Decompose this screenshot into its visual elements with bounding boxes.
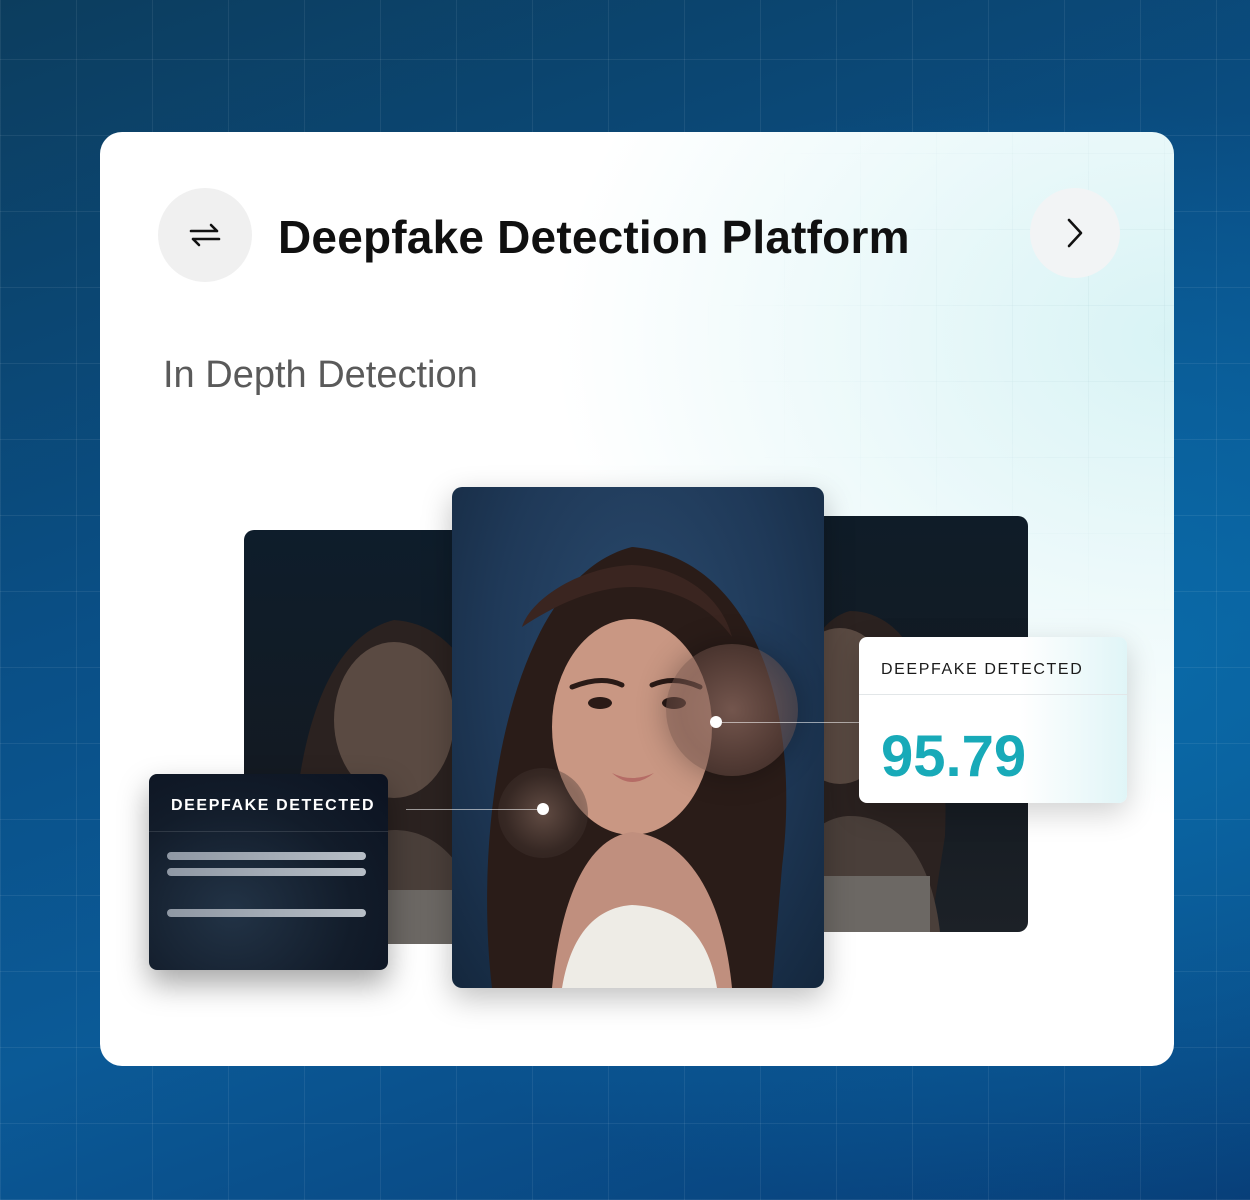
details-card-label: DEEPFAKE DETECTED [149, 774, 388, 832]
deepfake-details-card: DEEPFAKE DETECTED [149, 774, 388, 970]
page-title: Deepfake Detection Platform [278, 211, 910, 263]
next-button[interactable] [1030, 188, 1120, 278]
score-value: 95.79 [881, 724, 1027, 789]
score-card-label: DEEPFAKE DETECTED [859, 637, 1127, 695]
placeholder-line [167, 909, 366, 917]
detection-card: Deepfake Detection Platform In Depth Det… [100, 132, 1174, 1066]
analysis-lens-large [666, 644, 798, 776]
deepfake-score-card: DEEPFAKE DETECTED 95.79 [859, 637, 1127, 803]
swap-button[interactable] [158, 188, 252, 282]
placeholder-line [167, 852, 366, 860]
marker-dot-right[interactable] [710, 716, 722, 728]
connector-line-left [406, 809, 543, 810]
section-subtitle: In Depth Detection [163, 354, 478, 396]
chevron-right-icon [1067, 218, 1083, 248]
connector-line-right [722, 722, 859, 723]
marker-dot-left[interactable] [537, 803, 549, 815]
placeholder-line [167, 868, 366, 876]
swap-arrows-icon [189, 223, 221, 247]
